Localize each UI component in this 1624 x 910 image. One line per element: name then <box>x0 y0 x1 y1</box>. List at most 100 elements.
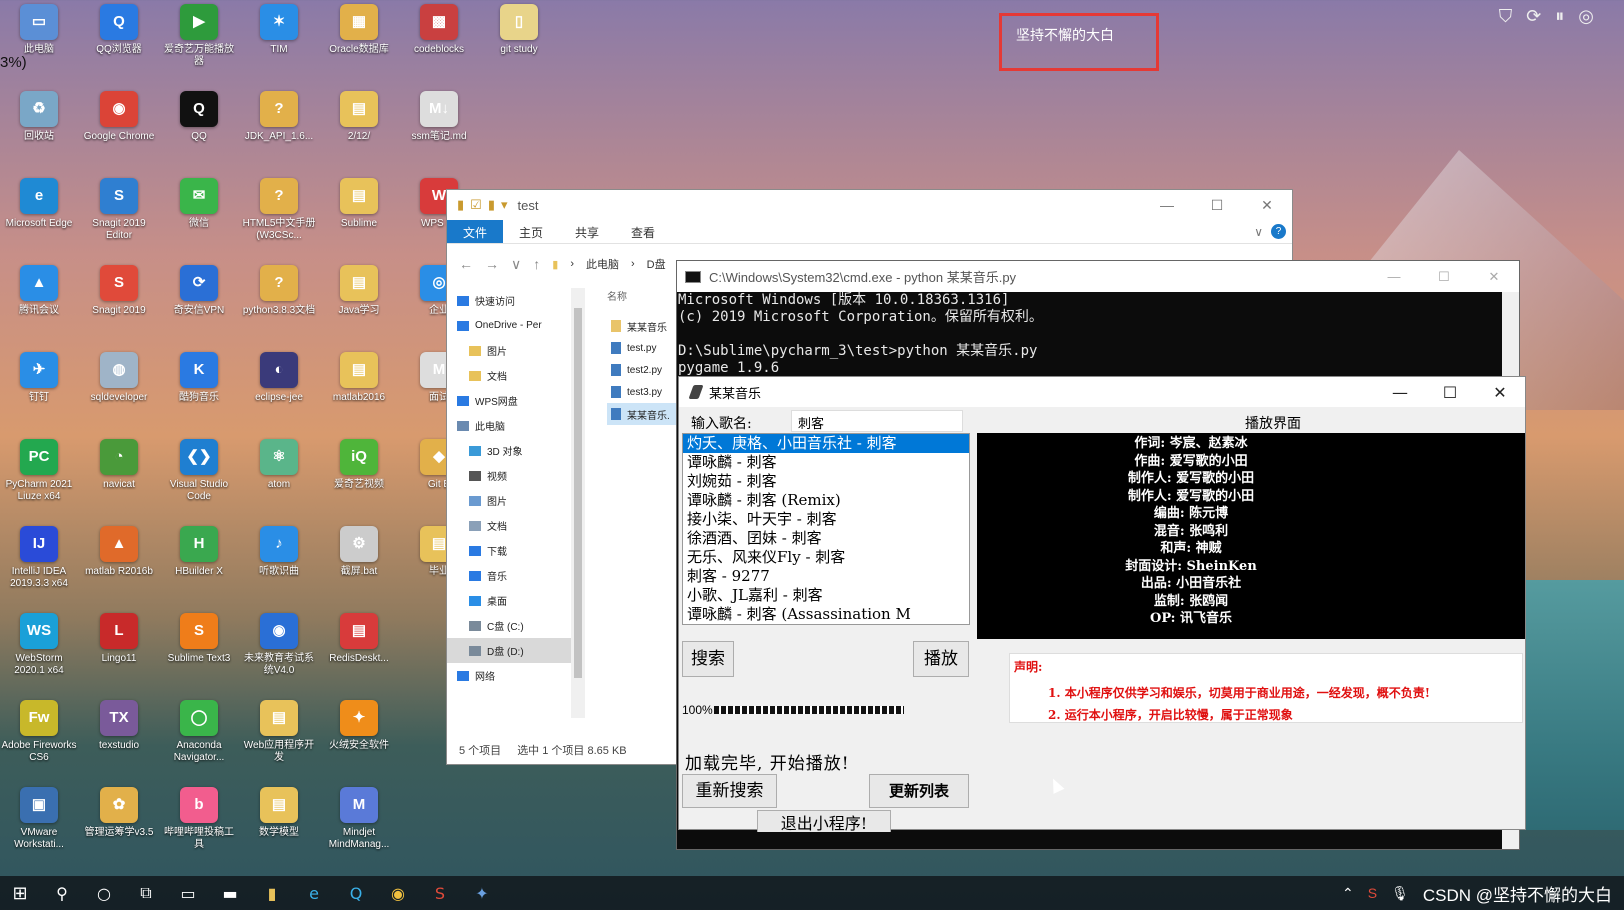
desktop-icon[interactable]: ▯ git study <box>480 4 558 56</box>
cortana-icon[interactable]: ○ <box>94 883 114 903</box>
nav-item[interactable]: 桌面 <box>447 588 584 613</box>
desktop-icon[interactable]: PC PyCharm 2021 Liuze x64 <box>0 439 78 503</box>
maximize-button[interactable]: ☐ <box>1419 269 1469 285</box>
back-arrow-icon[interactable]: ← <box>459 256 473 272</box>
minimize-button[interactable]: — <box>1369 269 1419 285</box>
desktop-icon[interactable]: H HBuilder X <box>160 526 238 578</box>
nav-item[interactable]: 图片 <box>447 338 584 363</box>
minimize-button[interactable]: — <box>1142 197 1192 214</box>
nav-item[interactable]: 音乐 <box>447 563 584 588</box>
desktop-icon[interactable]: ✿ 管理运筹学v3.5 <box>80 787 158 839</box>
pause-icon[interactable]: ⏸ <box>1555 6 1564 27</box>
desktop-icon[interactable]: ♻ 回收站 <box>0 91 78 143</box>
song-list-item[interactable]: 灼夭、庚格、小田音乐社 - 刺客 <box>683 434 969 453</box>
nav-item[interactable]: 视频 <box>447 463 584 488</box>
tab-view[interactable]: 查看 <box>615 220 671 243</box>
desktop-icon[interactable]: ▩ codeblocks <box>400 4 478 56</box>
desktop-icon[interactable]: S Snagit 2019 Editor <box>80 178 158 242</box>
desktop-icon[interactable]: ◉ 未来教育考试系统V4.0 <box>240 613 318 677</box>
desktop-icon[interactable]: K 酷狗音乐 <box>160 352 238 404</box>
desktop-icon[interactable]: WS WebStorm 2020.1 x64 <box>0 613 78 677</box>
python-app-icon[interactable]: ✦ <box>472 883 492 903</box>
song-list-item[interactable]: 小歌、JL嘉利 - 刺客 <box>683 586 969 605</box>
desktop-icon[interactable]: S Snagit 2019 <box>80 265 158 317</box>
up-arrow-icon[interactable]: ↑ <box>533 256 540 272</box>
nav-item[interactable]: 文档 <box>447 363 584 388</box>
minimize-button[interactable]: — <box>1375 383 1425 402</box>
nav-item[interactable]: 文档 <box>447 513 584 538</box>
desktop-icon[interactable]: ▲ 腾讯会议 <box>0 265 78 317</box>
forward-arrow-icon[interactable]: → <box>485 256 499 272</box>
song-list-item[interactable]: 刘婉茹 - 刺客 <box>683 472 969 491</box>
chevron-down-icon[interactable]: ∨ <box>1254 225 1263 239</box>
song-list-item[interactable]: 谭咏麟 - 刺客 (Remix) <box>683 491 969 510</box>
chrome-icon[interactable]: ◉ <box>388 883 408 903</box>
desktop-icon[interactable]: e Microsoft Edge <box>0 178 78 230</box>
file-row[interactable]: test3.py <box>607 381 677 403</box>
song-list-item[interactable]: 刺客 - 9277 <box>683 567 969 586</box>
desktop-icon[interactable]: ◯ Anaconda Navigator... <box>160 700 238 764</box>
desktop-icon[interactable]: ▤ 2/12/ <box>320 91 398 143</box>
file-row[interactable]: 某某音乐 <box>607 315 677 337</box>
edge-icon[interactable]: e <box>304 883 324 903</box>
windows-start-icon[interactable]: ⊞ <box>10 883 30 904</box>
nav-item[interactable]: WPS网盘 <box>447 388 584 413</box>
nav-item[interactable]: 3D 对象 <box>447 438 584 463</box>
file-row[interactable]: test.py <box>607 337 677 359</box>
nav-item[interactable]: 此电脑 <box>447 413 584 438</box>
computer-icon[interactable]: ▭ <box>178 883 198 903</box>
breadcrumb-d-drive[interactable]: D盘 <box>647 256 666 272</box>
refresh-icon[interactable]: ⟳ <box>1526 6 1541 27</box>
desktop-icon[interactable]: b 哔哩哔哩投稿工具 <box>160 787 238 851</box>
search-icon[interactable]: ⚲ <box>52 883 72 903</box>
close-button[interactable]: ✕ <box>1242 197 1292 214</box>
desktop-icon[interactable]: ✉ 微信 <box>160 178 238 230</box>
desktop-icon[interactable]: ⟳ 奇安信VPN <box>160 265 238 317</box>
nav-item[interactable]: 下载 <box>447 538 584 563</box>
desktop-icon[interactable]: L Lingo11 <box>80 613 158 665</box>
desktop-icon[interactable]: TX texstudio <box>80 700 158 752</box>
tab-home[interactable]: 主页 <box>503 220 559 243</box>
close-button[interactable]: ✕ <box>1475 383 1525 402</box>
close-button[interactable]: ✕ <box>1469 269 1519 285</box>
terminal-icon[interactable]: ▬ <box>220 883 240 903</box>
desktop-icon[interactable]: ▭ 此电脑 <box>0 4 78 56</box>
camera-icon[interactable]: ◎ <box>1578 6 1594 27</box>
desktop-icon[interactable]: ▲ matlab R2016b <box>80 526 158 578</box>
desktop-icon[interactable]: ◐ eclipse-jee <box>240 352 318 404</box>
song-list-item[interactable]: 无乐、风来仪Fly - 刺客 <box>683 548 969 567</box>
refresh-list-button[interactable]: 更新列表 <box>869 774 969 808</box>
nav-item[interactable]: 快速访问 <box>447 288 584 313</box>
qq-browser-icon[interactable]: Q <box>346 883 366 903</box>
desktop-icon[interactable]: ♪ 听歌识曲 <box>240 526 318 578</box>
desktop-icon[interactable]: ▤ Web应用程序开发 <box>240 700 318 764</box>
desktop-icon[interactable]: ▤ matlab2016 <box>320 352 398 404</box>
desktop-icon[interactable]: ▤ RedisDeskt... <box>320 613 398 665</box>
desktop-icon[interactable]: M Mindjet MindManag... <box>320 787 398 851</box>
file-row[interactable]: test2.py <box>607 359 677 381</box>
desktop-icon[interactable]: ✈ 钉钉 <box>0 352 78 404</box>
desktop-icon[interactable]: Q QQ浏览器 <box>80 4 158 56</box>
help-icon[interactable]: ? <box>1271 224 1286 239</box>
play-button[interactable]: 播放 <box>913 641 969 677</box>
breadcrumb-this-pc[interactable]: 此电脑 <box>586 256 619 272</box>
desktop-icon[interactable]: ⚛ atom <box>240 439 318 491</box>
console-output[interactable]: Microsoft Windows [版本 10.0.18363.1316] (c… <box>677 292 1519 377</box>
desktop-icon[interactable]: ? HTML5中文手册 (W3CSc... <box>240 178 318 242</box>
desktop-icon[interactable]: ✦ 火绒安全软件 <box>320 700 398 752</box>
desktop-icon[interactable]: ▤ Sublime <box>320 178 398 230</box>
research-button[interactable]: 重新搜索 <box>682 774 777 808</box>
desktop-icon[interactable]: ? JDK_API_1.6... <box>240 91 318 143</box>
shield-icon[interactable]: ⛉ <box>1499 6 1513 27</box>
desktop-icon[interactable]: ▣ VMware Workstati... <box>0 787 78 851</box>
tab-file[interactable]: 文件 <box>447 220 504 243</box>
nav-item[interactable]: C盘 (C:) <box>447 613 584 638</box>
chevron-down-icon[interactable]: ∨ <box>511 256 521 273</box>
song-name-input[interactable]: 刺客 <box>791 410 963 432</box>
maximize-button[interactable]: ☐ <box>1192 197 1242 214</box>
desktop-icon[interactable]: Fw Adobe Fireworks CS6 <box>0 700 78 764</box>
song-list-item[interactable]: 接小柒、叶天宇 - 刺客 <box>683 510 969 529</box>
navigation-scrollbar[interactable] <box>571 288 585 718</box>
desktop-icon[interactable]: ▦ Oracle数据库 <box>320 4 398 56</box>
task-view-icon[interactable]: ⧉ <box>136 883 156 903</box>
